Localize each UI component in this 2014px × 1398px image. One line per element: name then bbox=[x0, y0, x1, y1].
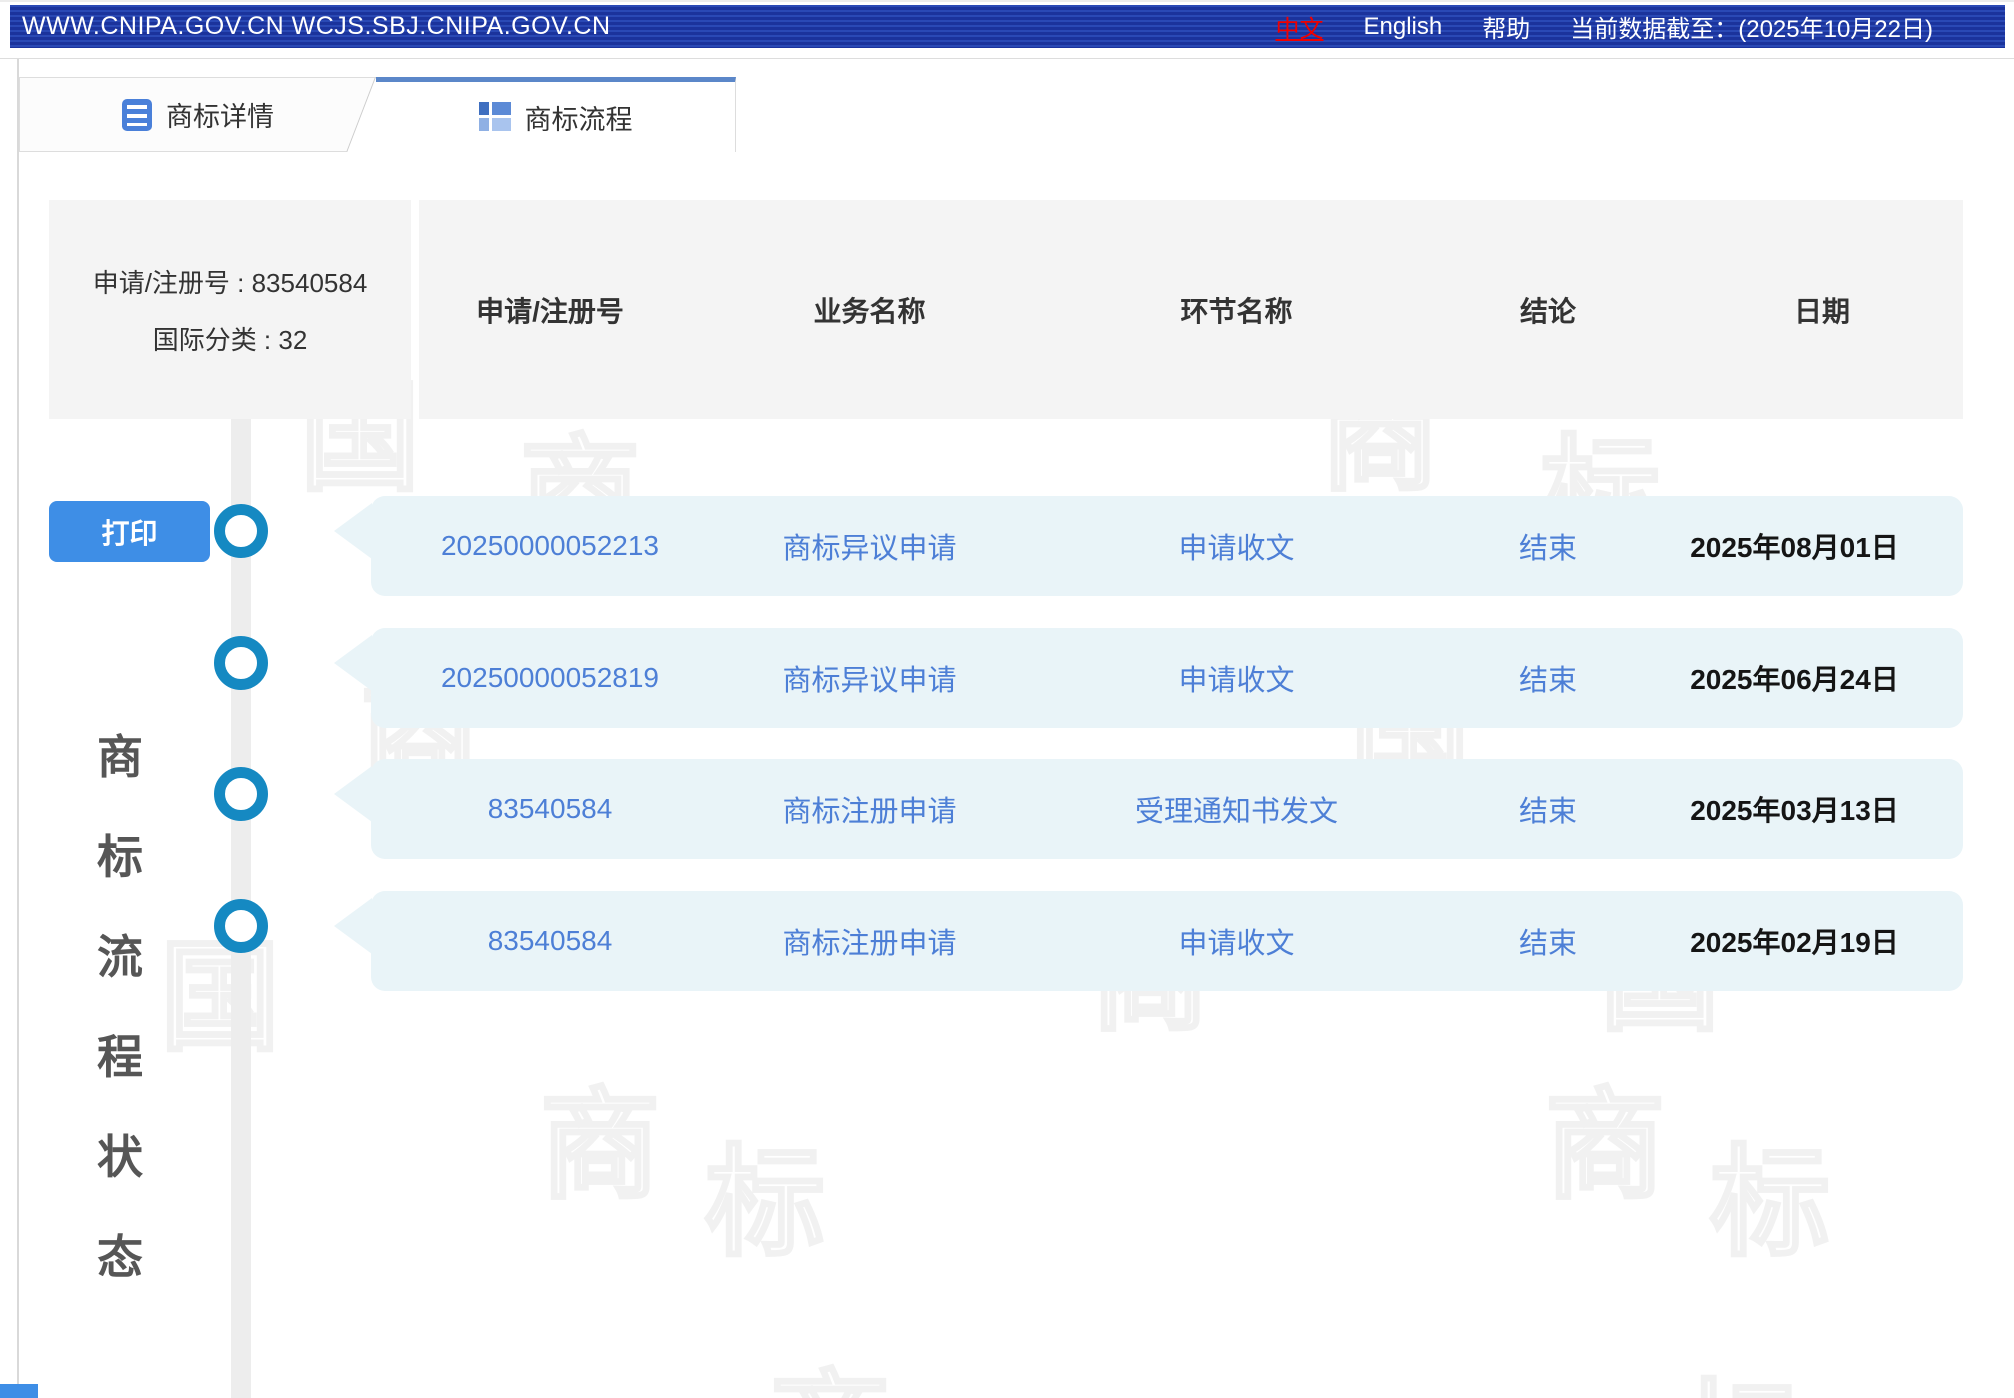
process-row-grid: 83540584商标注册申请申请收文结束2025年02月19日 bbox=[371, 891, 1963, 991]
process-row: 20250000052819商标异议申请申请收文结束2025年06月24日 bbox=[371, 628, 1963, 728]
timeline-node bbox=[214, 899, 268, 953]
row-cell-conclusion: 结束 bbox=[1415, 657, 1681, 699]
process-row-grid: 20250000052819商标异议申请申请收文结束2025年06月24日 bbox=[371, 628, 1963, 728]
help-link[interactable]: 帮助 bbox=[1482, 9, 1530, 44]
watermark-char: 标 bbox=[705, 1105, 825, 1279]
row-cell-business: 商标注册申请 bbox=[681, 788, 1058, 830]
top-banner: WWW.CNIPA.GOV.CN WCJS.SBJ.CNIPA.GOV.CN 中… bbox=[10, 5, 2005, 48]
data-cutoff-text: 当前数据截至：(2025年10月22日) bbox=[1570, 9, 1933, 44]
row-cell-step: 申请收文 bbox=[1058, 525, 1415, 567]
site-url-text: WWW.CNIPA.GOV.CN WCJS.SBJ.CNIPA.GOV.CN bbox=[22, 12, 611, 41]
application-number-text: 申请/注册号 : 83540584 bbox=[93, 263, 368, 300]
row-cell-step: 申请收文 bbox=[1058, 920, 1415, 962]
process-row: 83540584商标注册申请申请收文结束2025年02月19日 bbox=[371, 891, 1963, 991]
tab-trademark-process-label: 商标流程 bbox=[525, 98, 633, 137]
tab-trademark-process[interactable]: 商标流程 bbox=[376, 77, 736, 152]
row-cell-business: 商标异议申请 bbox=[681, 525, 1058, 567]
row-cell-app_no: 20250000052819 bbox=[419, 662, 681, 694]
row-cell-conclusion: 结束 bbox=[1415, 525, 1681, 567]
watermark-char: 商 bbox=[770, 1330, 890, 1398]
language-english-link[interactable]: English bbox=[1364, 13, 1443, 41]
row-cell-conclusion: 结束 bbox=[1415, 788, 1681, 830]
row-cell-date: 2025年08月01日 bbox=[1681, 526, 1963, 566]
row-cell-step: 申请收文 bbox=[1058, 657, 1415, 699]
column-header: 申请/注册号 bbox=[419, 290, 681, 330]
vertical-label-char: 程 bbox=[97, 1021, 143, 1087]
language-chinese-link[interactable]: 中文 bbox=[1276, 9, 1324, 44]
content-left-border bbox=[17, 59, 19, 1398]
tab-trademark-details[interactable]: 商标详情 bbox=[19, 77, 376, 152]
process-row: 20250000052213商标异议申请申请收文结束2025年08月01日 bbox=[371, 496, 1963, 596]
row-cell-date: 2025年06月24日 bbox=[1681, 658, 1963, 698]
tab-trademark-details-label: 商标详情 bbox=[166, 95, 274, 134]
process-row-grid: 20250000052213商标异议申请申请收文结束2025年08月01日 bbox=[371, 496, 1963, 596]
row-cell-date: 2025年03月13日 bbox=[1681, 789, 1963, 829]
column-header: 结论 bbox=[1415, 290, 1681, 330]
process-row-grid: 83540584商标注册申请受理通知书发文结束2025年03月13日 bbox=[371, 759, 1963, 859]
row-cell-app_no: 83540584 bbox=[419, 793, 681, 825]
timeline-node bbox=[214, 504, 268, 558]
column-header: 环节名称 bbox=[1058, 290, 1415, 330]
watermark-char: 商 bbox=[540, 1048, 660, 1222]
print-button[interactable]: 打印 bbox=[49, 501, 210, 562]
vertical-label-char: 流 bbox=[97, 921, 143, 987]
column-header: 业务名称 bbox=[681, 290, 1058, 330]
vertical-label-char: 状 bbox=[97, 1121, 143, 1187]
row-cell-date: 2025年02月19日 bbox=[1681, 921, 1963, 961]
row-cell-app_no: 20250000052213 bbox=[419, 530, 681, 562]
watermark-char: 商 bbox=[1545, 1048, 1665, 1222]
timeline-node bbox=[214, 636, 268, 690]
vertical-label-char: 标 bbox=[97, 821, 143, 887]
process-grid-icon bbox=[479, 102, 511, 132]
banner-links: 中文 English 帮助 当前数据截至：(2025年10月22日) bbox=[1276, 9, 1933, 44]
trademark-process-page: WWW.CNIPA.GOV.CN WCJS.SBJ.CNIPA.GOV.CN 中… bbox=[0, 0, 2014, 1398]
process-status-vertical-label: 商标流程状态 bbox=[95, 721, 145, 1287]
page-top-edge bbox=[0, 0, 2014, 2]
watermark-char: 标 bbox=[1710, 1105, 1830, 1279]
vertical-label-char: 商 bbox=[97, 721, 143, 787]
table-header-row: 申请/注册号业务名称环节名称结论日期 bbox=[419, 200, 1963, 419]
vertical-label-char: 态 bbox=[97, 1221, 143, 1287]
row-cell-conclusion: 结束 bbox=[1415, 920, 1681, 962]
watermark-char: 标 bbox=[1680, 1340, 1800, 1398]
row-cell-app_no: 83540584 bbox=[419, 925, 681, 957]
row-cell-step: 受理通知书发文 bbox=[1058, 788, 1415, 830]
process-row: 83540584商标注册申请受理通知书发文结束2025年03月13日 bbox=[371, 759, 1963, 859]
column-header: 日期 bbox=[1681, 290, 1963, 330]
international-class-text: 国际分类 : 32 bbox=[153, 320, 308, 357]
banner-divider bbox=[0, 58, 2014, 59]
row-cell-business: 商标异议申请 bbox=[681, 657, 1058, 699]
trademark-info-panel: 申请/注册号 : 83540584 国际分类 : 32 bbox=[49, 200, 411, 419]
row-cell-business: 商标注册申请 bbox=[681, 920, 1058, 962]
bottom-left-accent bbox=[0, 1384, 38, 1398]
detail-list-icon bbox=[122, 99, 152, 131]
timeline-node bbox=[214, 767, 268, 821]
